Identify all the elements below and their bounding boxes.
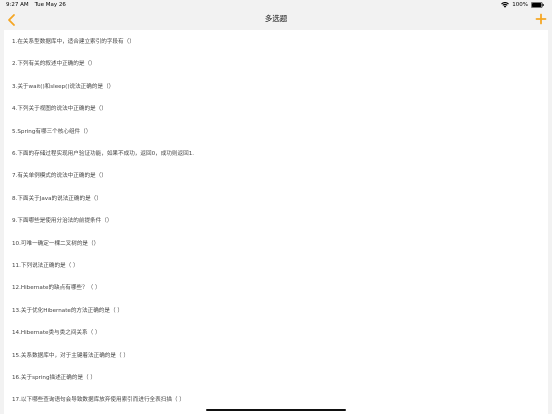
wifi-icon [501,2,510,8]
question-item[interactable]: 2.下列有关的叙述中正确的是（） [12,58,96,70]
question-item[interactable]: 5.Spring有哪三个核心组件（） [12,126,91,138]
plus-icon [535,13,547,25]
question-item[interactable]: 8.下面关于Java的说法正确的是（） [12,193,102,205]
question-item[interactable]: 14.Hibernate类与类之间关系（ ） [12,327,101,339]
question-item[interactable]: 1.在关系型数据库中，适合建立索引的字段有（） [12,36,135,48]
question-item[interactable]: 13.关于优化Hibernate的方法正确的是（ ） [12,305,123,317]
question-item[interactable]: 16.关于spring描述正确的是（ ） [12,372,96,384]
question-item[interactable]: 9.下面哪些是使用分治法的前提条件（） [12,215,112,227]
status-date: Tue May 26 [34,2,66,8]
question-item[interactable]: 15.关系数据库中，对于主键着法正确的是（ ） [12,350,129,362]
question-item[interactable]: 7.有关单例模式的说法中正确的是（） [12,170,107,182]
screen: 9:27 AM Tue May 26 100% 多选题 1.在关系型数据库中，适… [0,0,552,414]
question-item[interactable]: 10.可唯一确定一棵二叉树的是（） [12,238,99,250]
question-item[interactable]: 6.下面的存储过程实现用户验证功能，如果不成功，返回0，成功则返回1. [12,148,194,160]
navigation-bar: 多选题 [0,11,552,29]
status-bar: 9:27 AM Tue May 26 100% [0,0,552,11]
status-right: 100% [501,2,544,8]
question-item[interactable]: 3.关于wait()和sleep()说法正确的是（） [12,81,114,93]
battery-percent: 100% [512,2,528,8]
status-time: 9:27 AM [6,2,29,8]
battery-icon [531,2,544,8]
question-item[interactable]: 12.Hibernate的缺点有哪些？（ ） [12,282,101,294]
home-indicator[interactable] [206,408,346,411]
question-item[interactable]: 4.下列关于视图的说法中正确的是（） [12,103,107,115]
status-left: 9:27 AM Tue May 26 [6,2,66,8]
page-title: 多选题 [264,14,288,23]
question-item[interactable]: 17.以下哪些查询语句会导致数据库放弃使用索引而进行全表扫描（ ） [12,394,185,406]
question-item[interactable]: 11.下列说法正确的是（ ） [12,260,79,272]
add-button[interactable] [534,11,548,25]
question-list-panel: 1.在关系型数据库中，适合建立索引的字段有（） 2.下列有关的叙述中正确的是（） 3… [4,30,548,414]
